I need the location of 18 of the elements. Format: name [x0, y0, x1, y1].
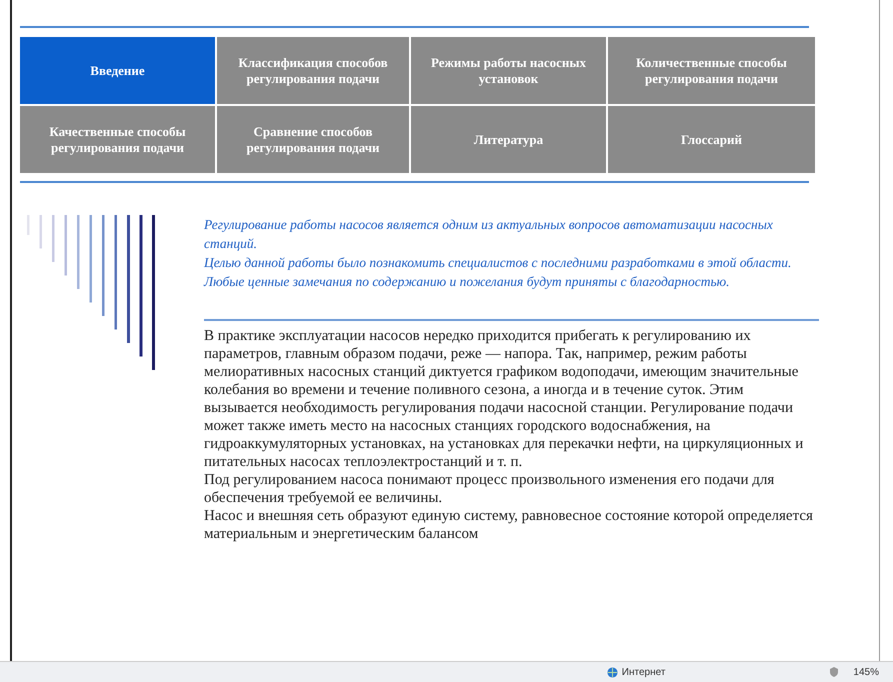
zoom-button[interactable]: 145% [853, 666, 879, 678]
nav-tab[interactable]: Глоссарий [608, 106, 815, 173]
nav-tab[interactable]: Введение [20, 37, 215, 104]
body-paragraph: Под регулированием насоса понимают процесс произвольного изменения его подачи для обеспечения требуемой ее величины. [204, 471, 776, 507]
zone-label: Интернет [622, 666, 666, 678]
intro-text: Любые ценные замечания по содержанию и пожелания будут приняты с благодарностью. [204, 273, 731, 291]
shield-icon[interactable] [829, 667, 840, 677]
body-paragraph: В практике эксплуатации насосов нередко приходится прибегать к регулированию их параметров, главным образом подачи, реже — напора. Так, например, режим работы мелиоративных насосных станций диктуется графиком водоподачи, имеющим значительные колебания во времени и течение поливного сезона, а иногда и в течение суток. Этим вызывается необходимость регулирования подачи насосной станции. Регулирование подачи может также иметь место на насосных станциях городского водоснабжения, на гидроаккумуляторных установках, на установках для перекачки нефти, на циркуляционных и питательных насосах теплоэлектростанций и т. п. [204, 327, 804, 471]
nav-tab[interactable]: Режимы работы насосных установок [411, 37, 606, 104]
nav-tab[interactable]: Качественные способы регулирования подачи [20, 106, 215, 173]
nav-tab[interactable]: Классификация способов регулирования подачи [217, 37, 409, 104]
globe-icon [606, 666, 618, 678]
nav-tab[interactable]: Количественные способы регулирования подачи [608, 37, 815, 104]
nav-tab[interactable]: Сравнение способов регулирования подачи [217, 106, 409, 173]
nav-tab[interactable]: Литература [411, 106, 606, 173]
body-paragraph: Насос и внешняя сеть образуют единую систему, равновесное состояние которой определяется материальным и энергетическим балансом [204, 507, 814, 543]
intro-text: Целью данной работы было познакомить специалистов с последними разработками в этой области. [204, 254, 792, 272]
intro-text: Регулирование работы насосов является одним из актуальных вопросов автоматизации насосных станций. [204, 216, 774, 253]
